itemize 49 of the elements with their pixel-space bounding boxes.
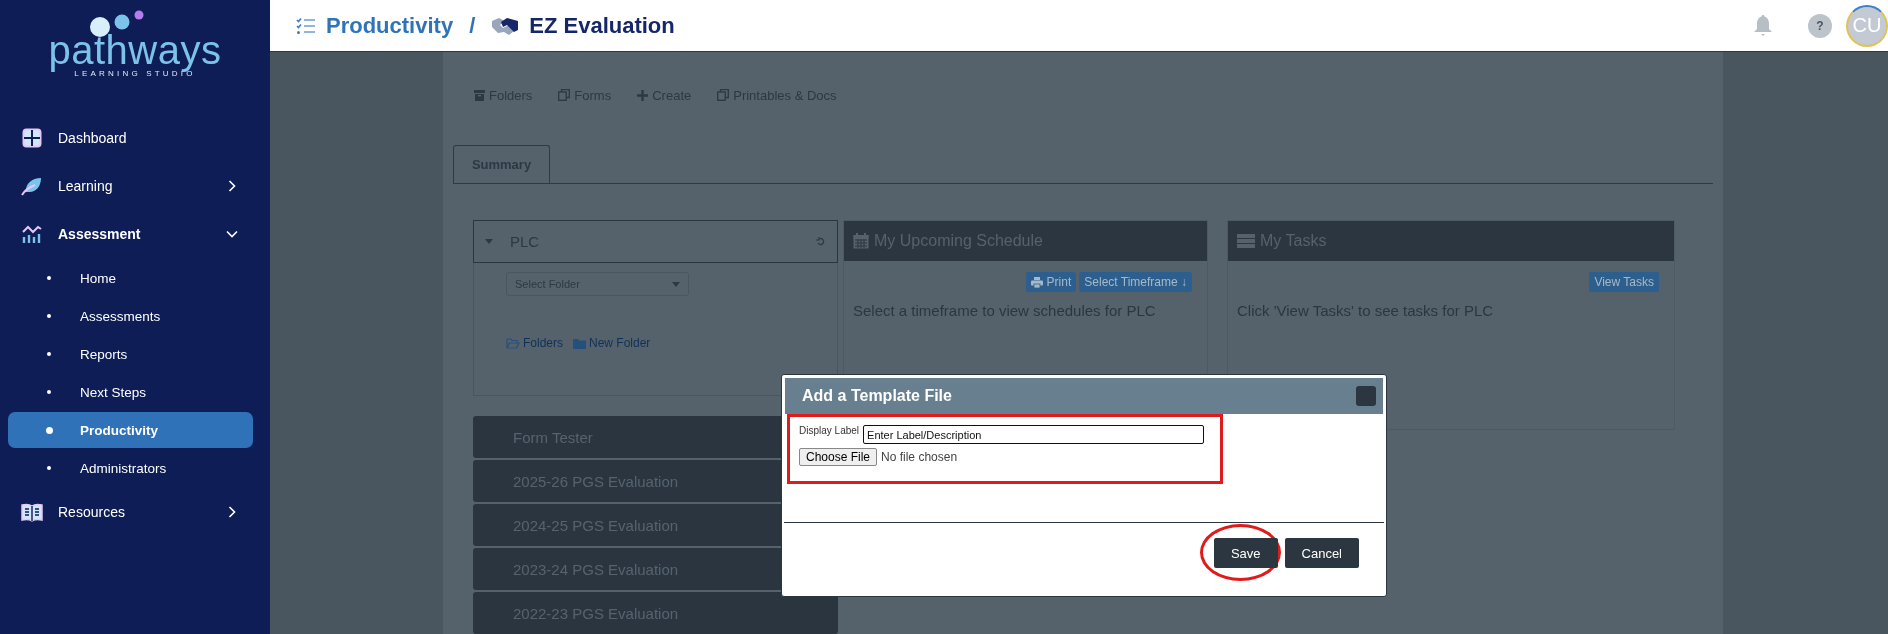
sidebar-subitem[interactable]: Productivity: [8, 412, 253, 448]
calendar-icon: [853, 233, 869, 249]
breadcrumb-separator: /: [469, 12, 476, 39]
page-title: EZ Evaluation: [529, 12, 675, 39]
cancel-button[interactable]: Cancel: [1284, 538, 1359, 568]
save-button[interactable]: Save: [1213, 538, 1278, 568]
sidebar-subitem[interactable]: Next Steps: [8, 374, 253, 410]
chart-icon: [21, 224, 43, 244]
folder-icon: [573, 337, 586, 349]
grid-icon: [21, 128, 43, 148]
modal-title: Add a Template File: [802, 387, 952, 405]
refresh-icon[interactable]: [816, 236, 826, 247]
sidebar-item-label: Learning: [58, 178, 114, 194]
folder-open-icon: [506, 337, 520, 349]
caret-down-icon: [672, 281, 680, 287]
folder-link[interactable]: Folders: [506, 336, 563, 350]
breadcrumb-link[interactable]: Productivity: [326, 12, 454, 39]
sidebar-subitem[interactable]: Home: [8, 260, 253, 296]
leaf-icon: [21, 176, 43, 196]
sidebar-item-label: Assessment: [58, 226, 142, 242]
file-status: No file chosen: [881, 450, 958, 464]
sidebar-item-label: Dashboard: [58, 130, 128, 146]
copy-icon: [558, 89, 571, 101]
panel-button[interactable]: Select Timeframe ↓: [1079, 272, 1192, 292]
handshake-icon: [491, 15, 520, 36]
bell-icon[interactable]: [1753, 13, 1773, 38]
panel-button[interactable]: View Tasks: [1589, 272, 1659, 292]
input-field[interactable]: Enter Label/Description: [863, 425, 1205, 444]
sidebar-item[interactable]: Learning: [0, 162, 270, 210]
help-button[interactable]: ?: [1808, 13, 1832, 38]
sidebar-item[interactable]: Assessment: [0, 210, 270, 258]
sidebar-item-label: Resources: [58, 504, 126, 520]
printer-icon: [1030, 276, 1043, 288]
close-button[interactable]: [1356, 386, 1376, 406]
book-icon: [21, 502, 43, 522]
choose-file-button[interactable]: Choose File: [799, 448, 878, 466]
server-icon: [1237, 234, 1255, 248]
sidebar-item[interactable]: Resources: [0, 488, 270, 536]
caret-down-icon[interactable]: [485, 239, 493, 244]
copy-icon: [717, 89, 730, 101]
sidebar-subitem[interactable]: Reports: [8, 336, 253, 372]
sidebar-subitem[interactable]: Assessments: [8, 298, 253, 334]
sidebar-subitem[interactable]: Administrators: [8, 450, 253, 486]
panel-button[interactable]: Print: [1025, 272, 1077, 292]
sidebar-item[interactable]: Dashboard: [0, 114, 270, 162]
checklist-icon: [296, 16, 316, 35]
archive-icon: [474, 89, 485, 101]
plus-icon: [637, 89, 649, 101]
folder-link[interactable]: New Folder: [573, 336, 651, 350]
